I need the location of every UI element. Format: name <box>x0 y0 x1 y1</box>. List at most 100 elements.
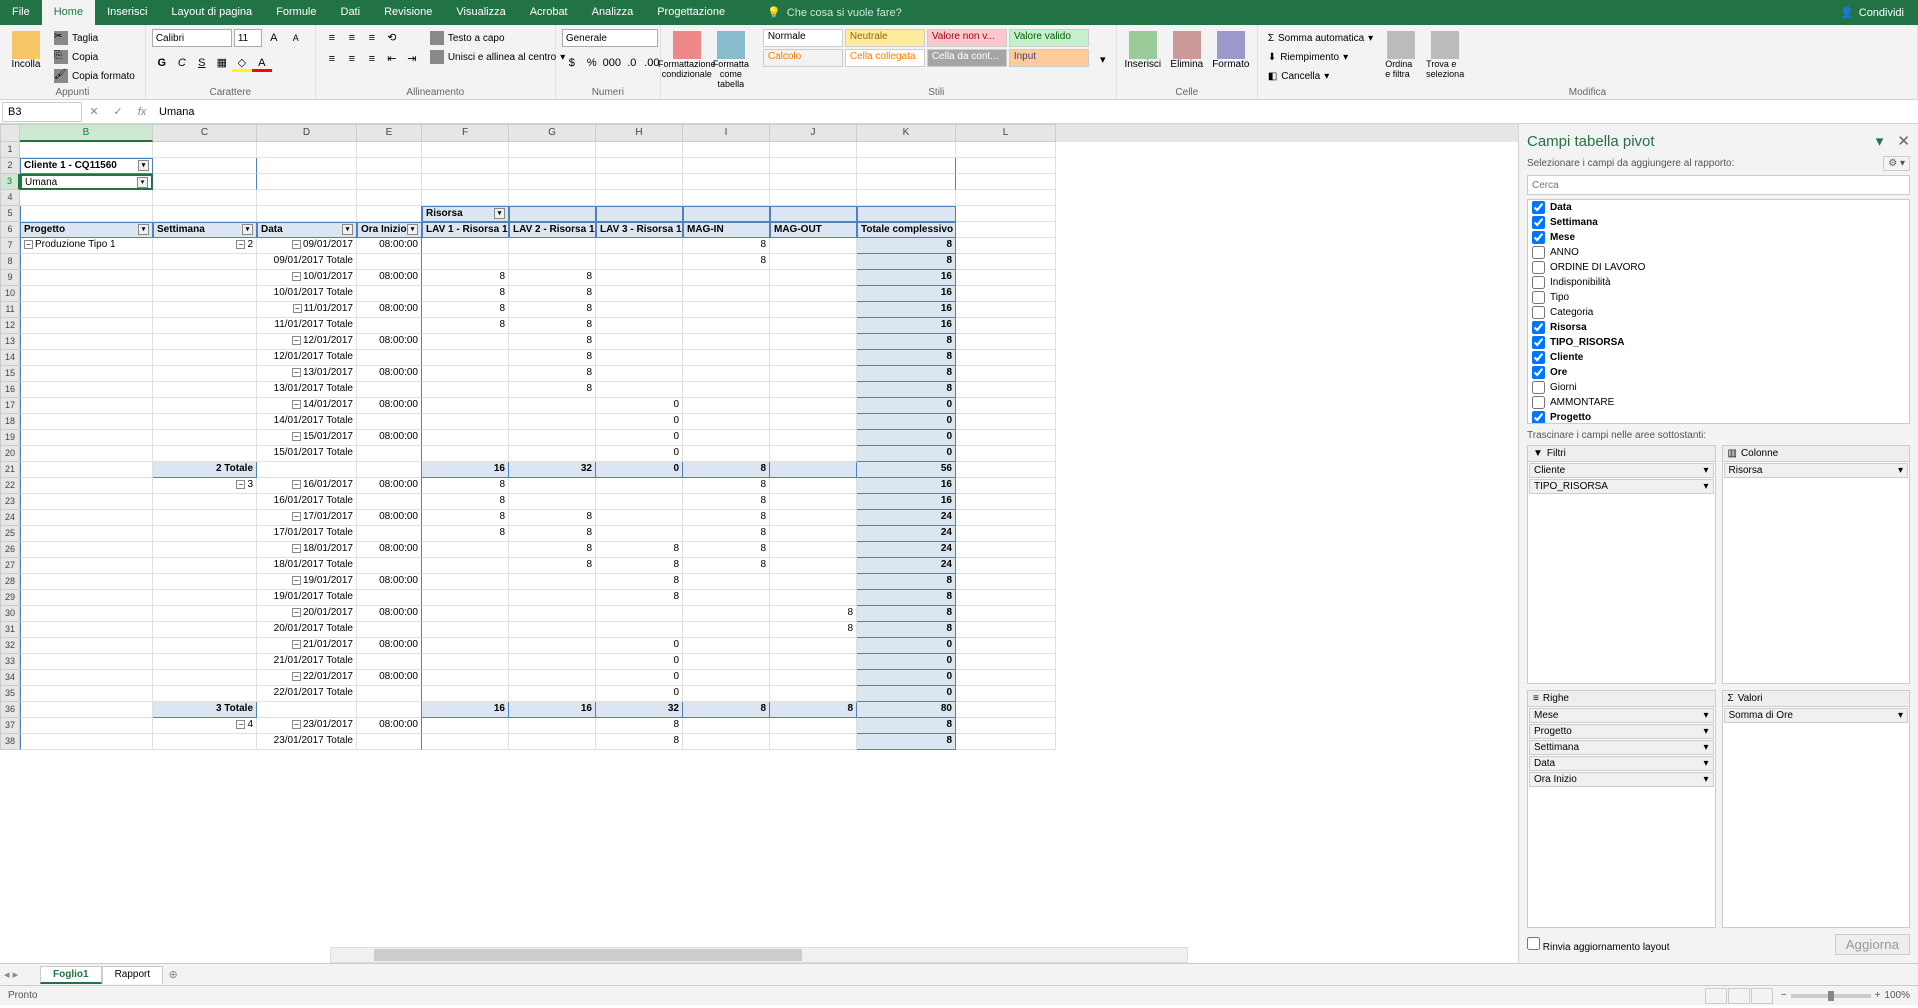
cell[interactable] <box>596 142 683 158</box>
cell[interactable]: 8 <box>596 558 683 574</box>
cell[interactable]: 8 <box>683 542 770 558</box>
field-checkbox[interactable] <box>1532 396 1545 409</box>
row-header-18[interactable]: 18 <box>0 414 20 430</box>
cell[interactable] <box>956 734 1056 750</box>
col-header-F[interactable]: F <box>422 124 509 142</box>
cell[interactable]: 8 <box>509 542 596 558</box>
cell[interactable] <box>770 254 857 270</box>
font-name-select[interactable] <box>152 29 232 47</box>
cell[interactable]: 8 <box>857 350 956 366</box>
cell[interactable] <box>257 158 357 174</box>
cell[interactable] <box>509 654 596 670</box>
pivot-cell-progetto[interactable] <box>20 302 153 318</box>
pivot-cell-progetto[interactable] <box>20 654 153 670</box>
cell[interactable] <box>770 270 857 286</box>
align-top-button[interactable]: ≡ <box>322 29 342 47</box>
cell[interactable] <box>956 622 1056 638</box>
cell[interactable] <box>596 510 683 526</box>
sheet-tab-foglio1[interactable]: Foglio1 <box>40 966 102 984</box>
row-header-7[interactable]: 7 <box>0 238 20 254</box>
cell[interactable] <box>956 382 1056 398</box>
pivot-field-tipo_risorsa[interactable]: TIPO_RISORSA <box>1528 335 1909 350</box>
zoom-slider[interactable] <box>1791 994 1871 998</box>
cell[interactable] <box>683 574 770 590</box>
cell[interactable] <box>770 686 857 702</box>
ribbon-tab-layout-di-pagina[interactable]: Layout di pagina <box>159 0 264 25</box>
cell[interactable] <box>20 142 153 158</box>
cell[interactable] <box>770 670 857 686</box>
wrap-text-button[interactable]: Testo a capo <box>426 29 569 47</box>
field-checkbox[interactable] <box>1532 306 1545 319</box>
cell[interactable] <box>422 670 509 686</box>
cell[interactable]: 0 <box>857 638 956 654</box>
pivot-cell-progetto[interactable] <box>20 462 153 478</box>
pivot-cell-progetto[interactable] <box>20 286 153 302</box>
share-button[interactable]: 👤 Condividi <box>1826 6 1918 19</box>
col-header-H[interactable]: H <box>596 124 683 142</box>
pivot-cell-data[interactable]: −22/01/2017 <box>257 670 357 686</box>
cell[interactable] <box>956 494 1056 510</box>
pivot-row-header-settimana[interactable]: Settimana▾ <box>153 222 257 238</box>
cell-style-item[interactable]: Calcolo <box>763 49 843 67</box>
cell[interactable]: 8 <box>422 478 509 494</box>
cell[interactable] <box>956 398 1056 414</box>
cell[interactable]: LAV 1 - Risorsa 1 <box>422 222 509 238</box>
cell[interactable] <box>596 318 683 334</box>
pivot-cell-ora[interactable]: 08:00:00 <box>357 574 422 590</box>
pivot-cell-ora[interactable] <box>357 494 422 510</box>
cell[interactable] <box>770 238 857 254</box>
pivot-cell-progetto[interactable] <box>20 622 153 638</box>
pivot-cell-ora[interactable]: 08:00:00 <box>357 478 422 494</box>
cell[interactable] <box>422 622 509 638</box>
pivot-cell-ora[interactable] <box>357 686 422 702</box>
cell[interactable]: 32 <box>596 702 683 718</box>
row-header-2[interactable]: 2 <box>0 158 20 174</box>
pivot-field-list[interactable]: DataSettimanaMeseANNOORDINE DI LAVOROInd… <box>1527 199 1910 424</box>
cell[interactable] <box>357 158 422 174</box>
zoom-out-button[interactable]: − <box>1781 990 1787 1001</box>
cell[interactable]: 8 <box>422 302 509 318</box>
cell[interactable] <box>683 606 770 622</box>
cell[interactable] <box>422 174 509 190</box>
cell[interactable] <box>770 542 857 558</box>
cell[interactable] <box>509 590 596 606</box>
cell[interactable] <box>596 158 683 174</box>
pivot-cell-data[interactable]: −09/01/2017 <box>257 238 357 254</box>
pivot-cell-data[interactable]: 21/01/2017 Totale <box>257 654 357 670</box>
cell[interactable] <box>956 158 1056 174</box>
cell[interactable] <box>956 206 1056 222</box>
cell[interactable]: 0 <box>596 414 683 430</box>
pivot-cell-ora[interactable] <box>357 462 422 478</box>
pivot-cell-progetto[interactable] <box>20 670 153 686</box>
cell[interactable] <box>770 398 857 414</box>
cell[interactable]: 8 <box>683 558 770 574</box>
area-field-somma-di-ore[interactable]: Somma di Ore▾ <box>1724 708 1909 723</box>
cell[interactable]: 16 <box>857 494 956 510</box>
cell[interactable]: 0 <box>857 686 956 702</box>
ribbon-tab-home[interactable]: Home <box>42 0 95 25</box>
cell[interactable] <box>509 414 596 430</box>
pivot-cell-progetto[interactable] <box>20 318 153 334</box>
pivot-cell-data[interactable]: 10/01/2017 Totale <box>257 286 357 302</box>
cell[interactable]: 8 <box>683 494 770 510</box>
pivot-cell-settimana[interactable] <box>153 254 257 270</box>
cell-style-item[interactable]: Normale <box>763 29 843 47</box>
pivot-filter-tipo-risorsa[interactable]: Umana▾ <box>20 174 153 190</box>
pivot-row-header-progetto[interactable]: Progetto▾ <box>20 222 153 238</box>
cell[interactable] <box>956 334 1056 350</box>
cell[interactable]: 0 <box>857 654 956 670</box>
paste-button[interactable]: Incolla <box>6 29 46 72</box>
copy-button[interactable]: ⎘Copia <box>50 48 139 66</box>
pivot-cell-ora[interactable] <box>357 286 422 302</box>
row-header-16[interactable]: 16 <box>0 382 20 398</box>
cell[interactable]: 8 <box>509 366 596 382</box>
cell[interactable] <box>857 190 956 206</box>
expand-icon[interactable]: − <box>236 720 245 729</box>
pivot-cell-ora[interactable]: 08:00:00 <box>357 270 422 286</box>
pivot-field-search[interactable] <box>1527 175 1910 195</box>
page-break-view-button[interactable] <box>1751 988 1773 1004</box>
cell[interactable] <box>770 174 857 190</box>
font-color-button[interactable]: A <box>252 54 272 72</box>
row-header-9[interactable]: 9 <box>0 270 20 286</box>
autosum-button[interactable]: Σ Somma automatica ▾ <box>1264 29 1377 47</box>
